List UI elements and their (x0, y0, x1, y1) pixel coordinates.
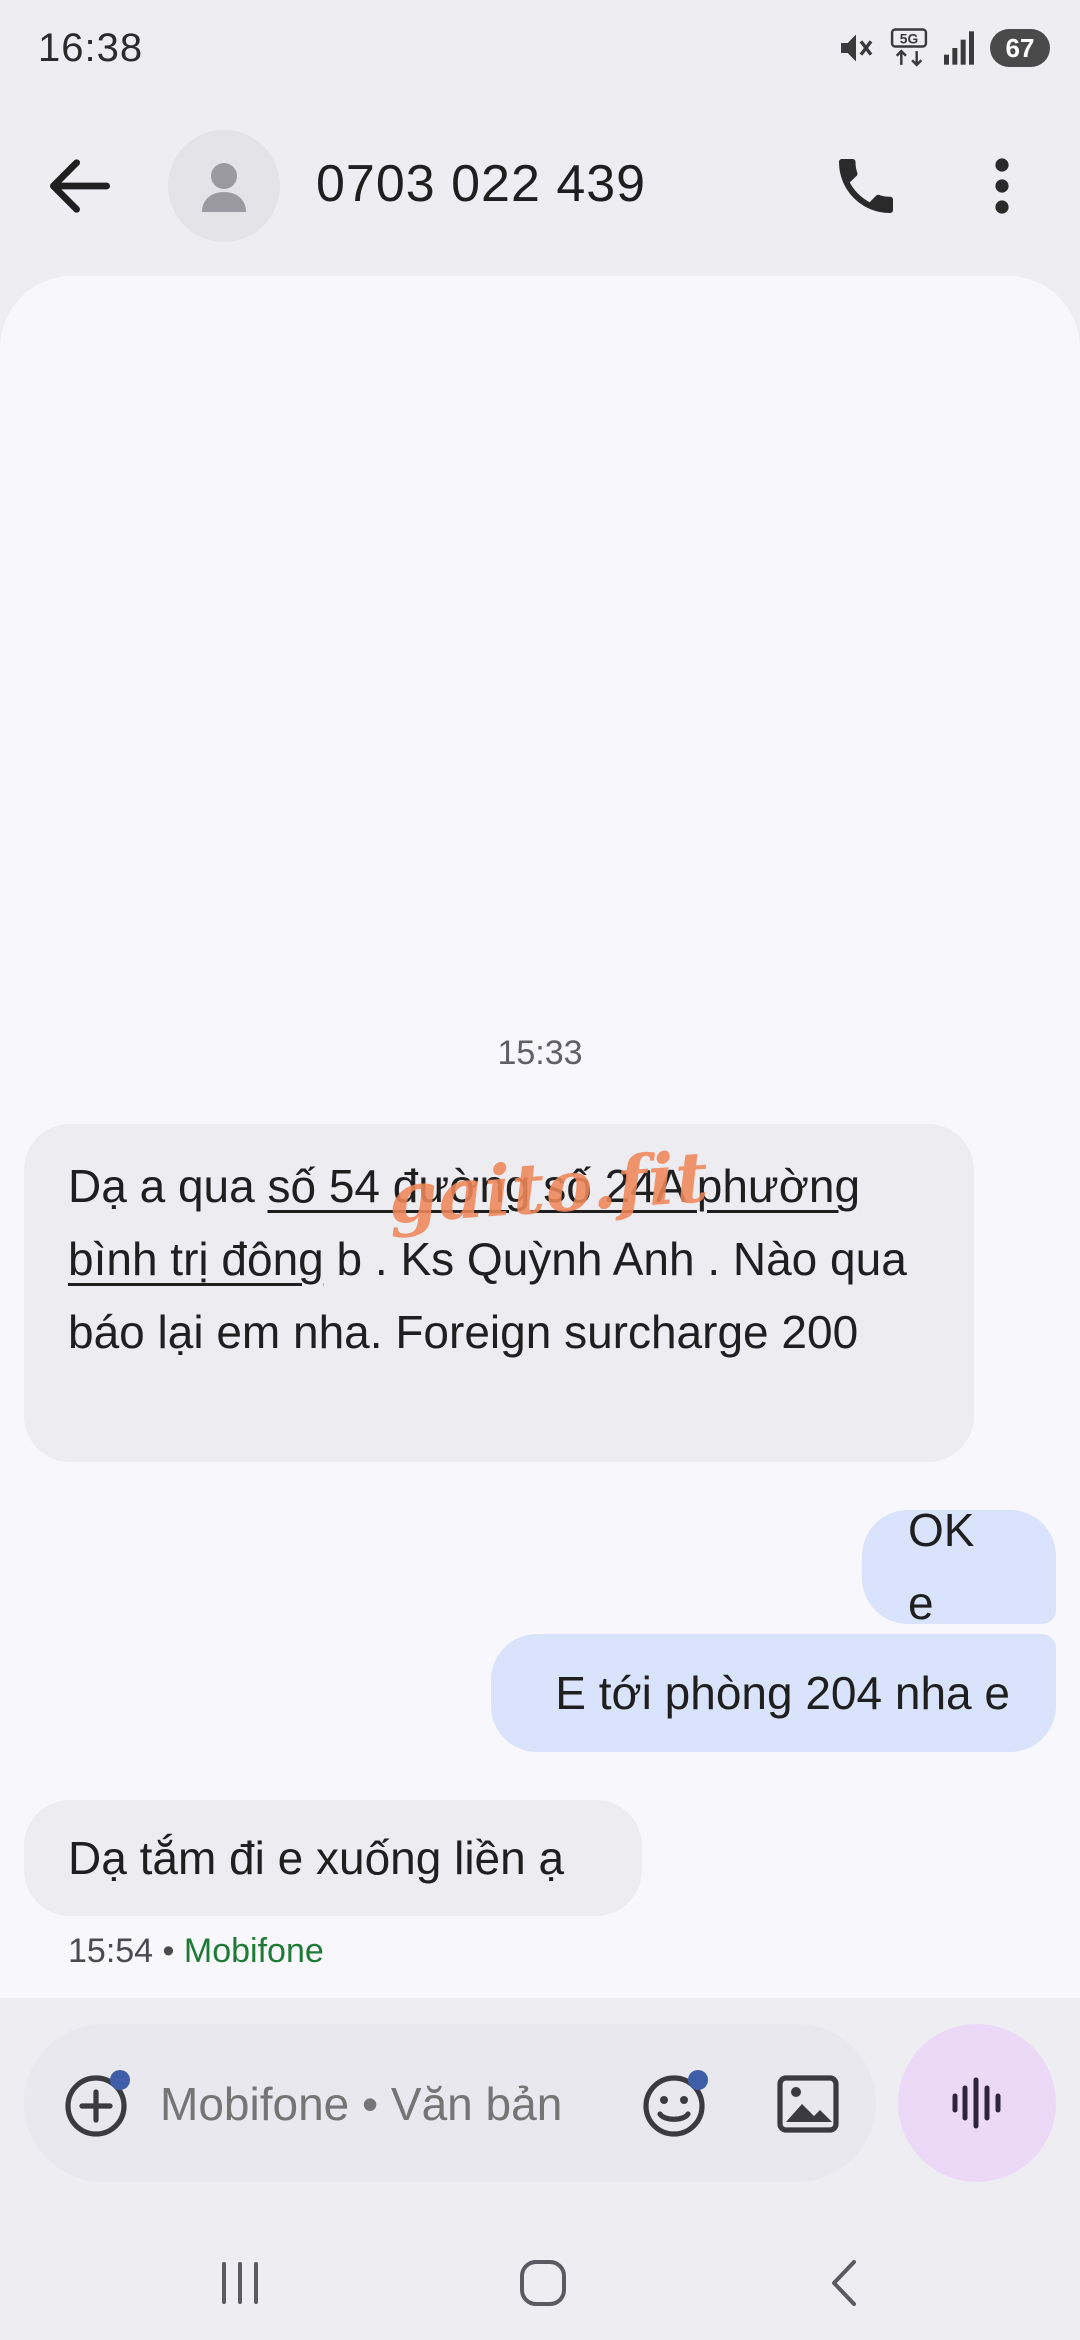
message-text: Dạ a qua (68, 1160, 268, 1212)
message-bubble-incoming[interactable]: Dạ tắm đi e xuống liền ạ (24, 1800, 642, 1916)
message-bubble-outgoing[interactable]: OK e (862, 1504, 1056, 1629)
message-composer (24, 2024, 876, 2184)
recents-icon[interactable] (210, 2248, 280, 2318)
conversation-header: 0703 022 439 (0, 110, 1080, 260)
back-arrow-icon[interactable] (40, 146, 120, 226)
meta-separator: • (162, 1932, 175, 1970)
message-input[interactable] (158, 2024, 632, 2184)
message-text: Dạ tắm đi e xuống liền ạ (68, 1831, 565, 1884)
mute-icon (836, 28, 876, 68)
message-text: E tới phòng 204 nha e (555, 1666, 1010, 1719)
message-bubble-outgoing[interactable]: E tới phòng 204 nha e (491, 1634, 1056, 1752)
contact-name[interactable]: 0703 022 439 (316, 154, 646, 214)
message-time: 15:54 (68, 1932, 154, 1970)
carrier-label: Mobifone (183, 1932, 324, 1970)
phone-icon[interactable] (830, 150, 902, 222)
nav-back-icon[interactable] (810, 2248, 880, 2318)
5g-data-icon: 5G (890, 28, 928, 68)
system-nav-bar (0, 2220, 1080, 2340)
emoji-icon[interactable] (636, 2064, 716, 2144)
more-vert-icon[interactable] (972, 150, 1032, 222)
status-bar: 16:38 5G 67 (0, 0, 1080, 100)
voice-wave-icon[interactable] (898, 2024, 1056, 2182)
status-time: 16:38 (38, 26, 144, 70)
person-icon (168, 130, 280, 242)
home-icon[interactable] (508, 2248, 578, 2318)
signal-icon (942, 28, 976, 68)
message-text: OK e (908, 1504, 975, 1629)
date-divider: 15:33 (497, 1034, 583, 1072)
avatar[interactable] (168, 130, 280, 242)
svg-text:5G: 5G (900, 30, 918, 46)
battery-icon: 67 (990, 29, 1050, 67)
add-icon[interactable] (58, 2064, 138, 2144)
message-meta: 15:54 • Mobifone (68, 1932, 324, 1971)
status-icons: 5G 67 (836, 28, 1050, 68)
gallery-icon[interactable] (768, 2064, 848, 2144)
